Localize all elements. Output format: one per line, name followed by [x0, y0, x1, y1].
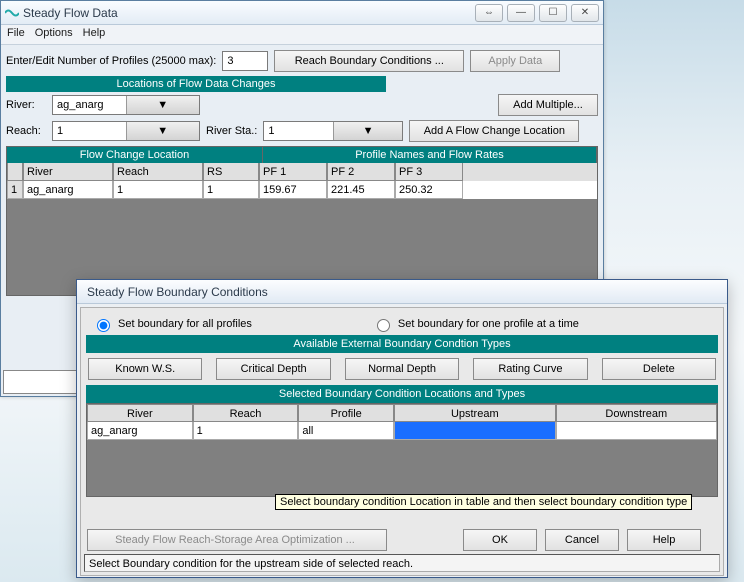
- profiles-label: Enter/Edit Number of Profiles (25000 max…: [6, 55, 216, 67]
- radio-one-profile[interactable]: Set boundary for one profile at a time: [372, 316, 579, 332]
- col-pf2: PF 2: [327, 163, 395, 181]
- tooltip: Select boundary condition Location in ta…: [275, 494, 692, 510]
- boundary-dialog: Steady Flow Boundary Conditions Set boun…: [76, 279, 728, 578]
- minimize-button[interactable]: —: [507, 4, 535, 22]
- river-sta-label: River Sta.:: [206, 125, 257, 137]
- known-ws-button[interactable]: Known W.S.: [88, 358, 202, 380]
- radio-one-label: Set boundary for one profile at a time: [398, 318, 579, 330]
- river-sta-value: 1: [264, 125, 333, 137]
- reach-combo-value: 1: [53, 125, 126, 137]
- window-title: Steady Flow Data: [23, 6, 475, 20]
- bc-col-river: River: [87, 404, 193, 422]
- cell-river[interactable]: ag_anarg: [23, 181, 113, 199]
- selected-bc-header: Selected Boundary Condition Locations an…: [86, 385, 718, 403]
- col-river: River: [23, 163, 113, 181]
- cell-num: 1: [7, 181, 23, 199]
- window-controls: ⇔ — ☐ ✕: [475, 4, 599, 22]
- profiles-input[interactable]: [222, 51, 268, 71]
- bc-cell-river[interactable]: ag_anarg: [87, 422, 193, 440]
- normal-depth-button[interactable]: Normal Depth: [345, 358, 459, 380]
- dialog-titlebar[interactable]: Steady Flow Boundary Conditions: [77, 280, 727, 304]
- bc-cell-reach[interactable]: 1: [193, 422, 299, 440]
- dialog-title: Steady Flow Boundary Conditions: [81, 285, 723, 299]
- bc-type-buttons: Known W.S. Critical Depth Normal Depth R…: [86, 353, 718, 385]
- col-rs: RS: [203, 163, 259, 181]
- cell-pf1[interactable]: 159.67: [259, 181, 327, 199]
- chevron-down-icon: ▼: [333, 122, 403, 140]
- col-pf1: PF 1: [259, 163, 327, 181]
- rating-curve-button[interactable]: Rating Curve: [473, 358, 587, 380]
- optimization-button[interactable]: Steady Flow Reach-Storage Area Optimizat…: [87, 529, 387, 551]
- chevron-down-icon: ▼: [126, 122, 200, 140]
- critical-depth-button[interactable]: Critical Depth: [216, 358, 330, 380]
- bc-col-reach: Reach: [193, 404, 299, 422]
- river-sta-combo[interactable]: 1 ▼: [263, 121, 403, 141]
- ok-button[interactable]: OK: [463, 529, 537, 551]
- reach-combo[interactable]: 1 ▼: [52, 121, 200, 141]
- radio-all-label: Set boundary for all profiles: [118, 318, 252, 330]
- river-combo[interactable]: ag_anarg ▼: [52, 95, 200, 115]
- bc-col-downstream: Downstream: [556, 404, 717, 422]
- apply-data-button[interactable]: Apply Data: [470, 50, 560, 72]
- col-reach: Reach: [113, 163, 203, 181]
- col-num: [7, 163, 23, 181]
- delete-button[interactable]: Delete: [602, 358, 716, 380]
- maximize-button[interactable]: ☐: [539, 4, 567, 22]
- radio-group: Set boundary for all profiles Set bounda…: [86, 313, 718, 335]
- menu-help[interactable]: Help: [83, 27, 106, 42]
- menu-file[interactable]: File: [7, 27, 25, 42]
- radio-all-profiles[interactable]: Set boundary for all profiles: [92, 316, 252, 332]
- app-icon: [5, 6, 19, 20]
- radio-all-input[interactable]: [97, 319, 110, 332]
- bc-cell-downstream[interactable]: [556, 422, 717, 440]
- available-bc-header: Available External Boundary Condtion Typ…: [86, 335, 718, 353]
- close-button[interactable]: ✕: [571, 4, 599, 22]
- bc-row[interactable]: ag_anarg 1 all: [87, 422, 717, 440]
- menu-options[interactable]: Options: [35, 27, 73, 42]
- locations-header: Locations of Flow Data Changes: [6, 76, 386, 92]
- help-button[interactable]: Help: [627, 529, 701, 551]
- add-multiple-button[interactable]: Add Multiple...: [498, 94, 598, 116]
- radio-one-input[interactable]: [377, 319, 390, 332]
- bc-col-upstream: Upstream: [394, 404, 555, 422]
- menubar: File Options Help: [1, 25, 603, 45]
- cell-pf3[interactable]: 250.32: [395, 181, 463, 199]
- reach-bc-button[interactable]: Reach Boundary Conditions ...: [274, 50, 464, 72]
- col-pf3: PF 3: [395, 163, 463, 181]
- chevron-down-icon: ▼: [126, 96, 200, 114]
- cell-rs[interactable]: 1: [203, 181, 259, 199]
- reach-label: Reach:: [6, 125, 46, 137]
- grid-right-header: Profile Names and Flow Rates: [263, 147, 597, 163]
- bc-grid[interactable]: River Reach Profile Upstream Downstream …: [86, 403, 718, 497]
- status-bar: Select Boundary condition for the upstre…: [84, 554, 720, 572]
- bc-cell-profile[interactable]: all: [298, 422, 394, 440]
- add-flow-change-button[interactable]: Add A Flow Change Location: [409, 120, 579, 142]
- bc-cell-upstream[interactable]: [394, 422, 555, 440]
- river-combo-value: ag_anarg: [53, 99, 126, 111]
- grid-left-header: Flow Change Location: [7, 147, 263, 163]
- cell-pf2[interactable]: 221.45: [327, 181, 395, 199]
- titlebar[interactable]: Steady Flow Data ⇔ — ☐ ✕: [1, 1, 603, 25]
- cell-reach[interactable]: 1: [113, 181, 203, 199]
- river-label: River:: [6, 99, 46, 111]
- nav-back-button[interactable]: ⇔: [475, 4, 503, 22]
- cancel-button[interactable]: Cancel: [545, 529, 619, 551]
- bc-col-profile: Profile: [298, 404, 394, 422]
- table-row[interactable]: 1 ag_anarg 1 1 159.67 221.45 250.32: [7, 181, 597, 199]
- flow-grid[interactable]: Flow Change Location Profile Names and F…: [6, 146, 598, 296]
